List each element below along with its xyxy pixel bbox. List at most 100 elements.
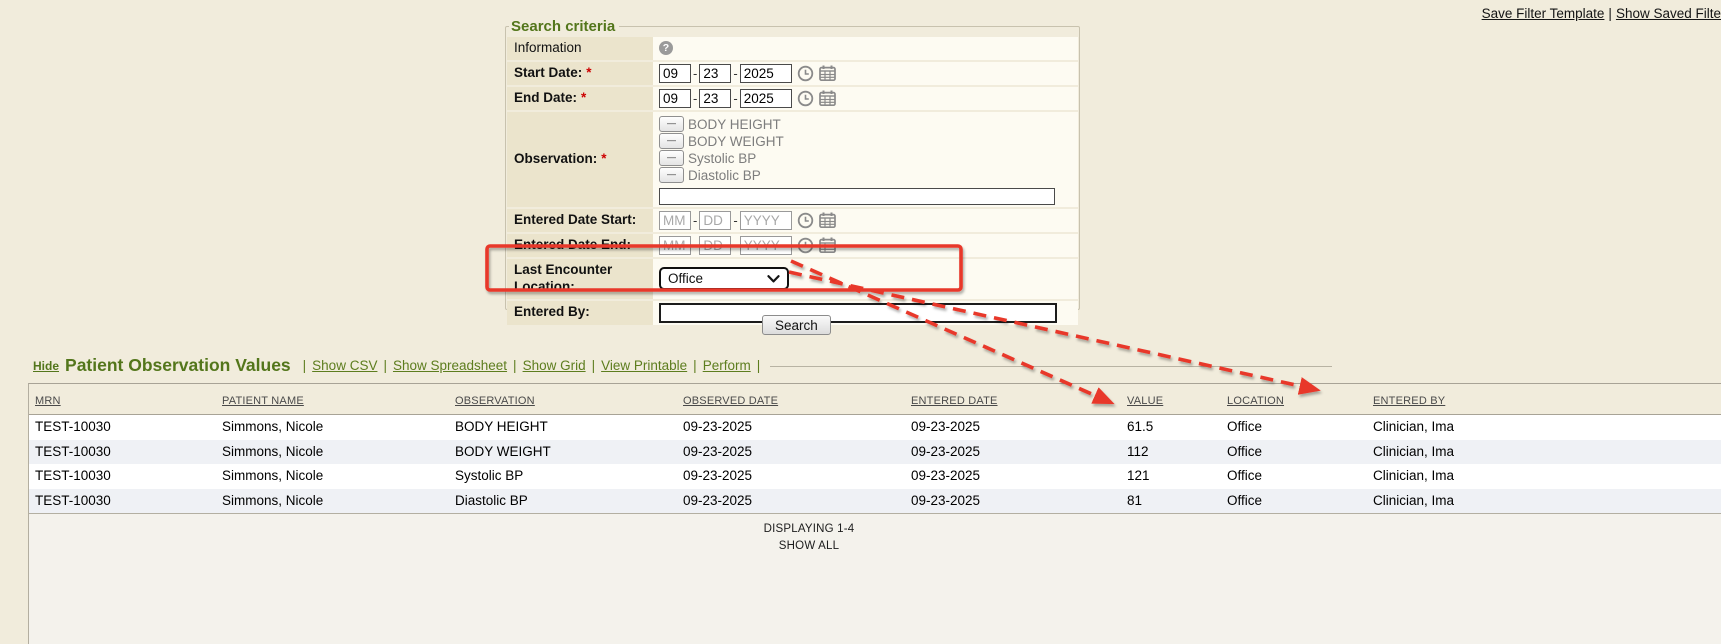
show-grid-link[interactable]: Show Grid [523, 358, 586, 373]
date-separator: - [733, 66, 737, 81]
end-date-year-input[interactable] [740, 89, 792, 108]
divider-line [770, 366, 1332, 367]
date-separator: - [733, 91, 737, 106]
table-cell: 121 [1127, 464, 1227, 489]
calendar-icon[interactable] [819, 90, 836, 106]
entered-date-end-row: Entered Date End: - - [507, 234, 1078, 259]
observation-label: Observation:* [507, 112, 653, 207]
table-cell: 61.5 [1127, 415, 1227, 440]
show-all-link[interactable]: SHOW ALL [29, 535, 1589, 552]
help-icon[interactable]: ? [659, 41, 673, 55]
show-csv-link[interactable]: Show CSV [312, 358, 377, 373]
show-spreadsheet-link[interactable]: Show Spreadsheet [393, 358, 507, 373]
show-saved-filters-link[interactable]: Show Saved Filte [1616, 6, 1721, 21]
entered-date-start-label: Entered Date Start: [507, 209, 653, 232]
table-row: TEST-10030Simmons, NicoleSystolic BP09-2… [29, 464, 1721, 489]
clock-icon[interactable] [797, 90, 814, 107]
entered-date-start-day-input[interactable] [699, 211, 731, 230]
table-cell: 09-23-2025 [911, 440, 1127, 465]
table-header-row: MRN PATIENT NAME OBSERVATION OBSERVED DA… [29, 384, 1721, 415]
start-date-month-input[interactable] [659, 64, 691, 83]
table-cell: 09-23-2025 [683, 415, 911, 440]
observation-row: Observation:* — BODY HEIGHT — BODY WEIGH… [507, 112, 1078, 209]
column-header-location[interactable]: LOCATION [1227, 395, 1373, 414]
remove-observation-button[interactable]: — [659, 116, 684, 132]
required-asterisk: * [601, 151, 606, 168]
entered-by-input[interactable] [659, 303, 1057, 323]
view-printable-link[interactable]: View Printable [601, 358, 687, 373]
calendar-icon[interactable] [819, 65, 836, 81]
table-row: TEST-10030Simmons, NicoleDiastolic BP09-… [29, 489, 1721, 514]
remove-observation-button[interactable]: — [659, 133, 684, 149]
end-date-day-input[interactable] [699, 89, 731, 108]
clock-icon[interactable] [797, 237, 814, 254]
observation-item: — BODY WEIGHT [659, 133, 784, 150]
link-separator: | [1608, 6, 1612, 21]
results-title: Patient Observation Values [65, 355, 291, 376]
link-separator: | [757, 358, 761, 373]
end-date-month-input[interactable] [659, 89, 691, 108]
table-cell: 09-23-2025 [683, 464, 911, 489]
table-cell: Clinician, Ima [1373, 415, 1721, 440]
search-criteria-fieldset: Search criteria Information ? Start Date… [505, 18, 1080, 310]
entered-date-start-month-input[interactable] [659, 211, 691, 230]
table-cell: BODY WEIGHT [455, 440, 683, 465]
table-cell: 09-23-2025 [683, 440, 911, 465]
last-encounter-location-select[interactable]: Office [659, 267, 789, 290]
date-separator: - [693, 91, 697, 106]
perform-link[interactable]: Perform [703, 358, 751, 373]
required-asterisk: * [581, 90, 586, 105]
hide-results-link[interactable]: Hide [33, 359, 59, 373]
column-header-value[interactable]: VALUE [1127, 395, 1227, 414]
entered-date-start-year-input[interactable] [740, 211, 792, 230]
observation-item: — Systolic BP [659, 150, 756, 167]
observation-item: — Diastolic BP [659, 167, 761, 184]
clock-icon[interactable] [797, 212, 814, 229]
information-label: Information [507, 37, 653, 60]
date-separator: - [733, 238, 737, 253]
observation-item-label: Diastolic BP [688, 168, 761, 183]
link-separator: | [513, 358, 517, 373]
column-header-patient-name[interactable]: PATIENT NAME [222, 395, 455, 414]
date-separator: - [693, 213, 697, 228]
observation-search-input[interactable] [659, 188, 1055, 205]
table-cell: TEST-10030 [35, 415, 222, 440]
table-cell: 09-23-2025 [683, 489, 911, 514]
observation-results-table: MRN PATIENT NAME OBSERVATION OBSERVED DA… [28, 383, 1721, 644]
save-filter-template-link[interactable]: Save Filter Template [1482, 6, 1605, 21]
calendar-icon[interactable] [819, 237, 836, 253]
remove-observation-button[interactable]: — [659, 150, 684, 166]
column-header-mrn[interactable]: MRN [35, 395, 222, 414]
table-cell: Diastolic BP [455, 489, 683, 514]
table-cell: Office [1227, 440, 1373, 465]
table-cell: BODY HEIGHT [455, 415, 683, 440]
search-button[interactable]: Search [762, 315, 831, 335]
table-cell: Systolic BP [455, 464, 683, 489]
column-header-entered-by[interactable]: ENTERED BY [1373, 395, 1721, 414]
start-date-day-input[interactable] [699, 64, 731, 83]
table-row: TEST-10030Simmons, NicoleBODY WEIGHT09-2… [29, 440, 1721, 465]
remove-observation-button[interactable]: — [659, 167, 684, 183]
table-cell: Clinician, Ima [1373, 440, 1721, 465]
entered-date-end-day-input[interactable] [699, 236, 731, 255]
link-separator: | [303, 358, 307, 373]
column-header-observation[interactable]: OBSERVATION [455, 395, 683, 414]
required-asterisk: * [586, 65, 591, 80]
clock-icon[interactable] [797, 65, 814, 82]
page: { "topbar": { "save_filter_template": "S… [0, 0, 1721, 567]
entered-date-end-month-input[interactable] [659, 236, 691, 255]
observation-table-body: TEST-10030Simmons, NicoleBODY HEIGHT09-2… [29, 415, 1721, 513]
chevron-down-icon [767, 275, 780, 283]
column-header-observed-date[interactable]: OBSERVED DATE [683, 395, 911, 414]
calendar-icon[interactable] [819, 212, 836, 228]
observation-item-label: BODY HEIGHT [688, 117, 781, 132]
information-row: Information ? [507, 37, 1078, 62]
entered-date-end-year-input[interactable] [740, 236, 792, 255]
observation-item-label: Systolic BP [688, 151, 756, 166]
link-separator: | [693, 358, 697, 373]
entered-date-start-row: Entered Date Start: - - [507, 209, 1078, 234]
column-header-entered-date[interactable]: ENTERED DATE [911, 395, 1127, 414]
table-cell: Simmons, Nicole [222, 415, 455, 440]
table-cell: Simmons, Nicole [222, 489, 455, 514]
start-date-year-input[interactable] [740, 64, 792, 83]
